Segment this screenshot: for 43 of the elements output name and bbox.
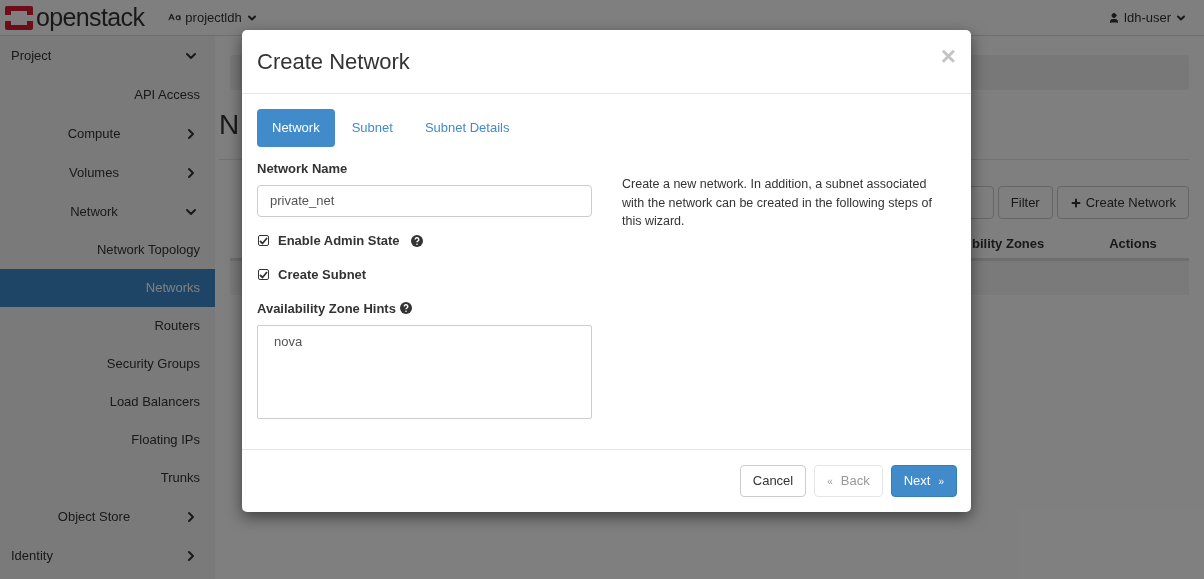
help-icon [410, 234, 423, 247]
sidebar-group[interactable]: Volumes [0, 153, 215, 192]
logo-icon [5, 5, 33, 30]
column-header: bility Zones [972, 234, 1046, 253]
modal-title: Create Network [257, 48, 410, 76]
sidebar-item[interactable]: API Access [0, 75, 215, 114]
sidebar-item[interactable]: Network Topology [0, 231, 215, 269]
wizard-tab[interactable]: Subnet Details [409, 109, 525, 147]
step-description: Create a new network. In addition, a subnet associated with the network can be created in the following steps of this wizard. [622, 176, 933, 230]
sidebar-item[interactable]: Floating IPs [0, 421, 215, 459]
checkbox[interactable] [258, 269, 269, 280]
field-label: Availability Zone Hints [257, 299, 396, 318]
sidebar-group[interactable]: Network [0, 192, 215, 231]
next-button[interactable]: Next » [890, 465, 957, 497]
checkbox[interactable] [258, 235, 269, 246]
plus-icon [1069, 196, 1082, 209]
sidebar-item[interactable]: Networks [0, 269, 215, 307]
user-icon [1108, 11, 1121, 24]
column-header: Actions [1108, 234, 1158, 253]
project-selector[interactable]: projectldh [168, 7, 258, 28]
checkbox-label: Create Subnet [278, 265, 367, 284]
sidebar-item[interactable]: Trunks [0, 459, 215, 497]
wizard-tab[interactable]: Network [257, 109, 335, 147]
help-icon [399, 302, 412, 315]
field-label: Network Name [257, 160, 349, 178]
sidebar-group[interactable]: Compute [0, 114, 215, 153]
default-button[interactable]: Cancel [739, 465, 807, 497]
list-option[interactable]: nova [274, 332, 303, 352]
sidebar-item[interactable]: Security Groups [0, 345, 215, 383]
sidebar-section[interactable]: Project [0, 36, 215, 75]
network-name-field[interactable]: private_net [257, 184, 592, 217]
sidebar-section[interactable]: Identity [0, 536, 215, 575]
filter-button[interactable]: Filter [997, 186, 1053, 219]
sidebar-item[interactable]: Load Balancers [0, 383, 215, 421]
page-heading: N [219, 110, 240, 139]
sidebar-item[interactable]: Routers [0, 307, 215, 345]
checkbox-label: Enable Admin State [278, 231, 400, 250]
zone-hints-list[interactable]: nova [257, 325, 592, 419]
user-menu[interactable]: ldh-user [1108, 7, 1187, 28]
logo-text: openstack [36, 5, 145, 30]
sidebar-group[interactable]: Object Store [0, 497, 215, 536]
wizard-tab[interactable]: Subnet [336, 109, 408, 147]
create-network-button[interactable]: Create Network [1056, 186, 1189, 219]
